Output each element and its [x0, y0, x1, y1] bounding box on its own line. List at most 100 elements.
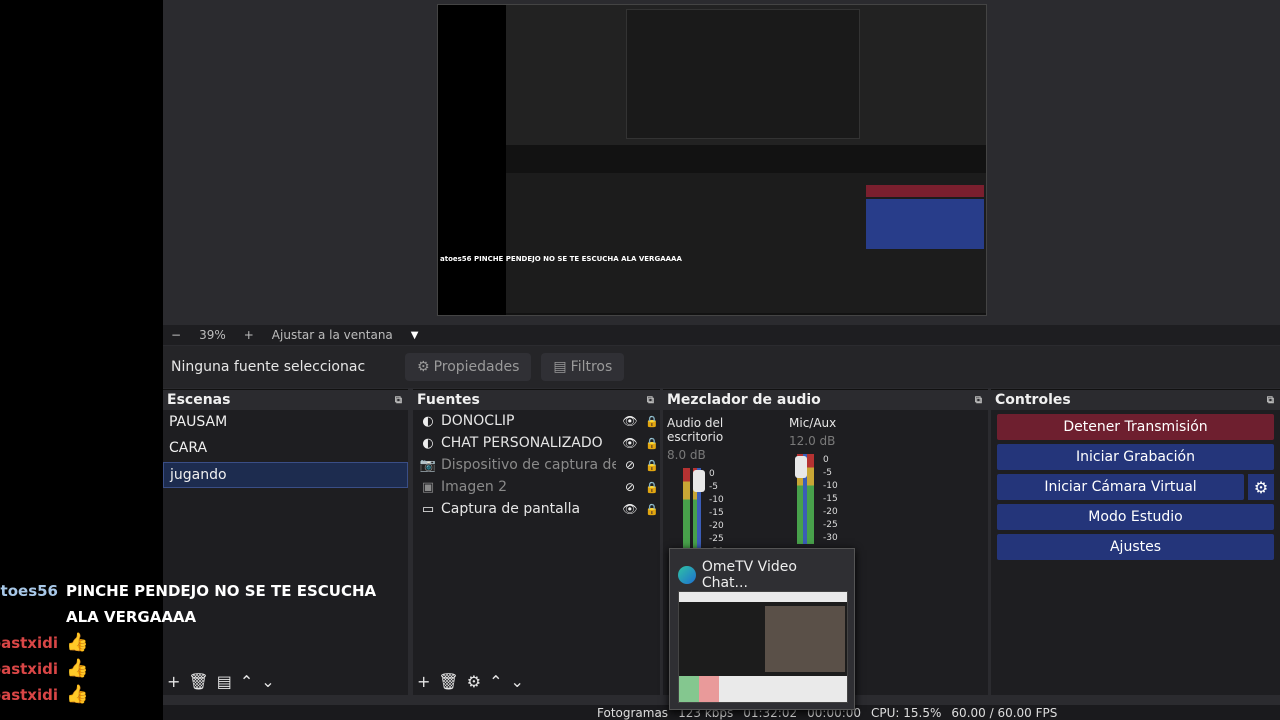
- preview-nested-chat: atoes56 PINCHE PENDEJO NO SE TE ESCUCHA …: [440, 255, 682, 263]
- eye-hidden-icon[interactable]: ⊘: [620, 480, 640, 494]
- zoom-level: 39%: [199, 328, 226, 342]
- preview-area[interactable]: atoes56 PINCHE PENDEJO NO SE TE ESCUCHA …: [163, 0, 1280, 325]
- gear-icon[interactable]: ⚙: [1248, 474, 1274, 500]
- start-recording-button[interactable]: Iniciar Grabación: [997, 444, 1274, 470]
- lock-icon[interactable]: 🔒: [644, 503, 660, 516]
- properties-label: Propiedades: [433, 359, 520, 375]
- scene-item-pausam[interactable]: PAUSAM: [163, 410, 408, 436]
- taskbar-preview-popup[interactable]: OmeTV Video Chat...: [669, 548, 855, 710]
- sources-title: Fuentes: [417, 392, 480, 408]
- source-label: CHAT PERSONALIZADO: [441, 435, 603, 451]
- popout-icon[interactable]: ⧉: [395, 395, 402, 406]
- image-icon: ▣: [421, 479, 435, 495]
- source-label: DONOCLIP: [441, 413, 515, 429]
- properties-button[interactable]: ⚙ Propiedades: [405, 353, 532, 381]
- scene-item-jugando[interactable]: jugando: [163, 462, 408, 488]
- chat-username: bastxidi: [0, 634, 58, 652]
- move-up-icon[interactable]: ⌃: [489, 672, 502, 691]
- eye-icon[interactable]: 👁: [620, 436, 640, 450]
- eye-hidden-icon[interactable]: ⊘: [620, 458, 640, 472]
- lock-icon[interactable]: 🔒: [644, 415, 660, 428]
- filters-button[interactable]: ▤ Filtros: [541, 353, 625, 381]
- monitor-icon: ▭: [421, 501, 435, 517]
- fader-knob[interactable]: [795, 456, 807, 478]
- fps: 60.00 / 60.00 FPS: [951, 705, 1058, 720]
- chat-message: bastxidi 👍: [0, 656, 420, 682]
- zoom-bar: − 39% + Ajustar a la ventana ▼: [163, 325, 1280, 345]
- source-label: Captura de pantalla: [441, 501, 581, 517]
- thumb-button-red: [699, 676, 719, 702]
- lock-icon[interactable]: 🔒: [644, 459, 660, 472]
- controls-title: Controles: [995, 392, 1071, 408]
- preview-nested-screenshot: [626, 9, 860, 139]
- mixer-header: Mezclador de audio ⧉: [663, 390, 988, 410]
- preview-nested-controls: [866, 199, 984, 249]
- filter-icon: ▤: [553, 359, 567, 375]
- start-virtual-camera-button[interactable]: Iniciar Cámara Virtual: [997, 474, 1244, 500]
- source-item-screen-capture[interactable]: ▭ Captura de pantalla 👁 🔒: [413, 498, 660, 520]
- mixer-channel-mic: Mic/Aux 12.0 dB 0 -5 -10 -15 -20 -25 -30: [789, 416, 845, 558]
- source-label: Imagen 2: [441, 479, 508, 495]
- level-bar: [807, 454, 814, 544]
- chat-message: bastxidi 👍: [0, 682, 420, 708]
- chat-username: atoes56: [0, 582, 58, 600]
- zoom-in-button[interactable]: +: [244, 328, 254, 342]
- chat-overlay: atoes56 PINCHE PENDEJO NO SE TE ESCUCHA …: [0, 578, 420, 708]
- source-item-chat[interactable]: ◐ CHAT PERSONALIZADO 👁 🔒: [413, 432, 660, 454]
- source-item-donoclip[interactable]: ◐ DONOCLIP 👁 🔒: [413, 410, 660, 432]
- chat-text: PINCHE PENDEJO NO SE TE ESCUCHA ALA VERG…: [66, 582, 377, 626]
- studio-mode-button[interactable]: Modo Estudio: [997, 504, 1274, 530]
- thumbs-up-icon: 👍: [66, 658, 89, 679]
- eye-icon[interactable]: 👁: [620, 502, 640, 516]
- preview-canvas[interactable]: atoes56 PINCHE PENDEJO NO SE TE ESCUCHA …: [437, 4, 987, 316]
- chat-username: bastxidi: [0, 686, 58, 704]
- stop-stream-button[interactable]: Detener Transmisión: [997, 414, 1274, 440]
- volume-meter[interactable]: 0-5-10-15-20-25-30: [789, 454, 859, 544]
- frames-label: Fotogramas: [597, 705, 669, 720]
- trash-icon[interactable]: 🗑: [438, 672, 458, 691]
- sources-dock: Fuentes ⧉ ◐ DONOCLIP 👁 🔒 ◐ CHAT PERSONAL…: [413, 389, 660, 695]
- move-down-icon[interactable]: ⌄: [510, 672, 523, 691]
- source-item-capture-device[interactable]: 📷 Dispositivo de captura de v ⊘ 🔒: [413, 454, 660, 476]
- channel-db: 12.0 dB: [789, 434, 836, 448]
- popup-title-bar: OmeTV Video Chat...: [670, 549, 854, 591]
- browser-icon: ◐: [422, 435, 434, 451]
- window-thumbnail[interactable]: [678, 591, 848, 703]
- source-item-image[interactable]: ▣ Imagen 2 ⊘ 🔒: [413, 476, 660, 498]
- thumb-webcam: [765, 606, 845, 672]
- chat-username: bastxidi: [0, 660, 58, 678]
- gear-icon[interactable]: ⚙: [467, 672, 481, 691]
- volume-meter[interactable]: 0-5-10-15-20-25-30: [667, 468, 737, 558]
- scene-item-cara[interactable]: CARA: [163, 436, 408, 462]
- thumbs-up-icon: 👍: [66, 684, 89, 705]
- fit-dropdown-icon[interactable]: ▼: [411, 330, 419, 341]
- cpu-usage: CPU: 15.5%: [871, 705, 942, 720]
- mixer-channel-desktop: Audio del escritorio 8.0 dB 0 -5 -10 -15 -20…: [667, 416, 783, 558]
- browser-icon: ◐: [422, 413, 434, 429]
- preview-nested-stop: [866, 185, 984, 197]
- popout-icon[interactable]: ⧉: [975, 395, 982, 406]
- fit-to-window-label[interactable]: Ajustar a la ventana: [272, 328, 393, 342]
- lock-icon[interactable]: 🔒: [644, 481, 660, 494]
- camera-icon: 📷: [419, 457, 437, 473]
- thumbs-up-icon: 👍: [66, 632, 89, 653]
- zoom-out-button[interactable]: −: [171, 328, 181, 342]
- edge-browser-icon: [678, 566, 696, 584]
- source-label: Dispositivo de captura de v: [441, 457, 616, 473]
- fader-knob[interactable]: [693, 470, 705, 492]
- chat-message: atoes56 PINCHE PENDEJO NO SE TE ESCUCHA …: [0, 578, 420, 630]
- mixer-title: Mezclador de audio: [667, 392, 821, 408]
- level-bar: [683, 468, 690, 558]
- lock-icon[interactable]: 🔒: [644, 437, 660, 450]
- popout-icon[interactable]: ⧉: [1267, 395, 1274, 406]
- settings-button[interactable]: Ajustes: [997, 534, 1274, 560]
- thumb-button-green: [679, 676, 699, 702]
- channel-name: Audio del escritorio: [667, 416, 724, 444]
- gear-icon: ⚙: [417, 359, 430, 375]
- popout-icon[interactable]: ⧉: [647, 395, 654, 406]
- meter-scale: 0-5-10-15-20-25-30: [823, 455, 838, 543]
- preview-left-black: [438, 5, 506, 315]
- channel-name: Mic/Aux: [789, 416, 837, 430]
- eye-icon[interactable]: 👁: [620, 414, 640, 428]
- scenes-header: Escenas ⧉: [163, 390, 408, 410]
